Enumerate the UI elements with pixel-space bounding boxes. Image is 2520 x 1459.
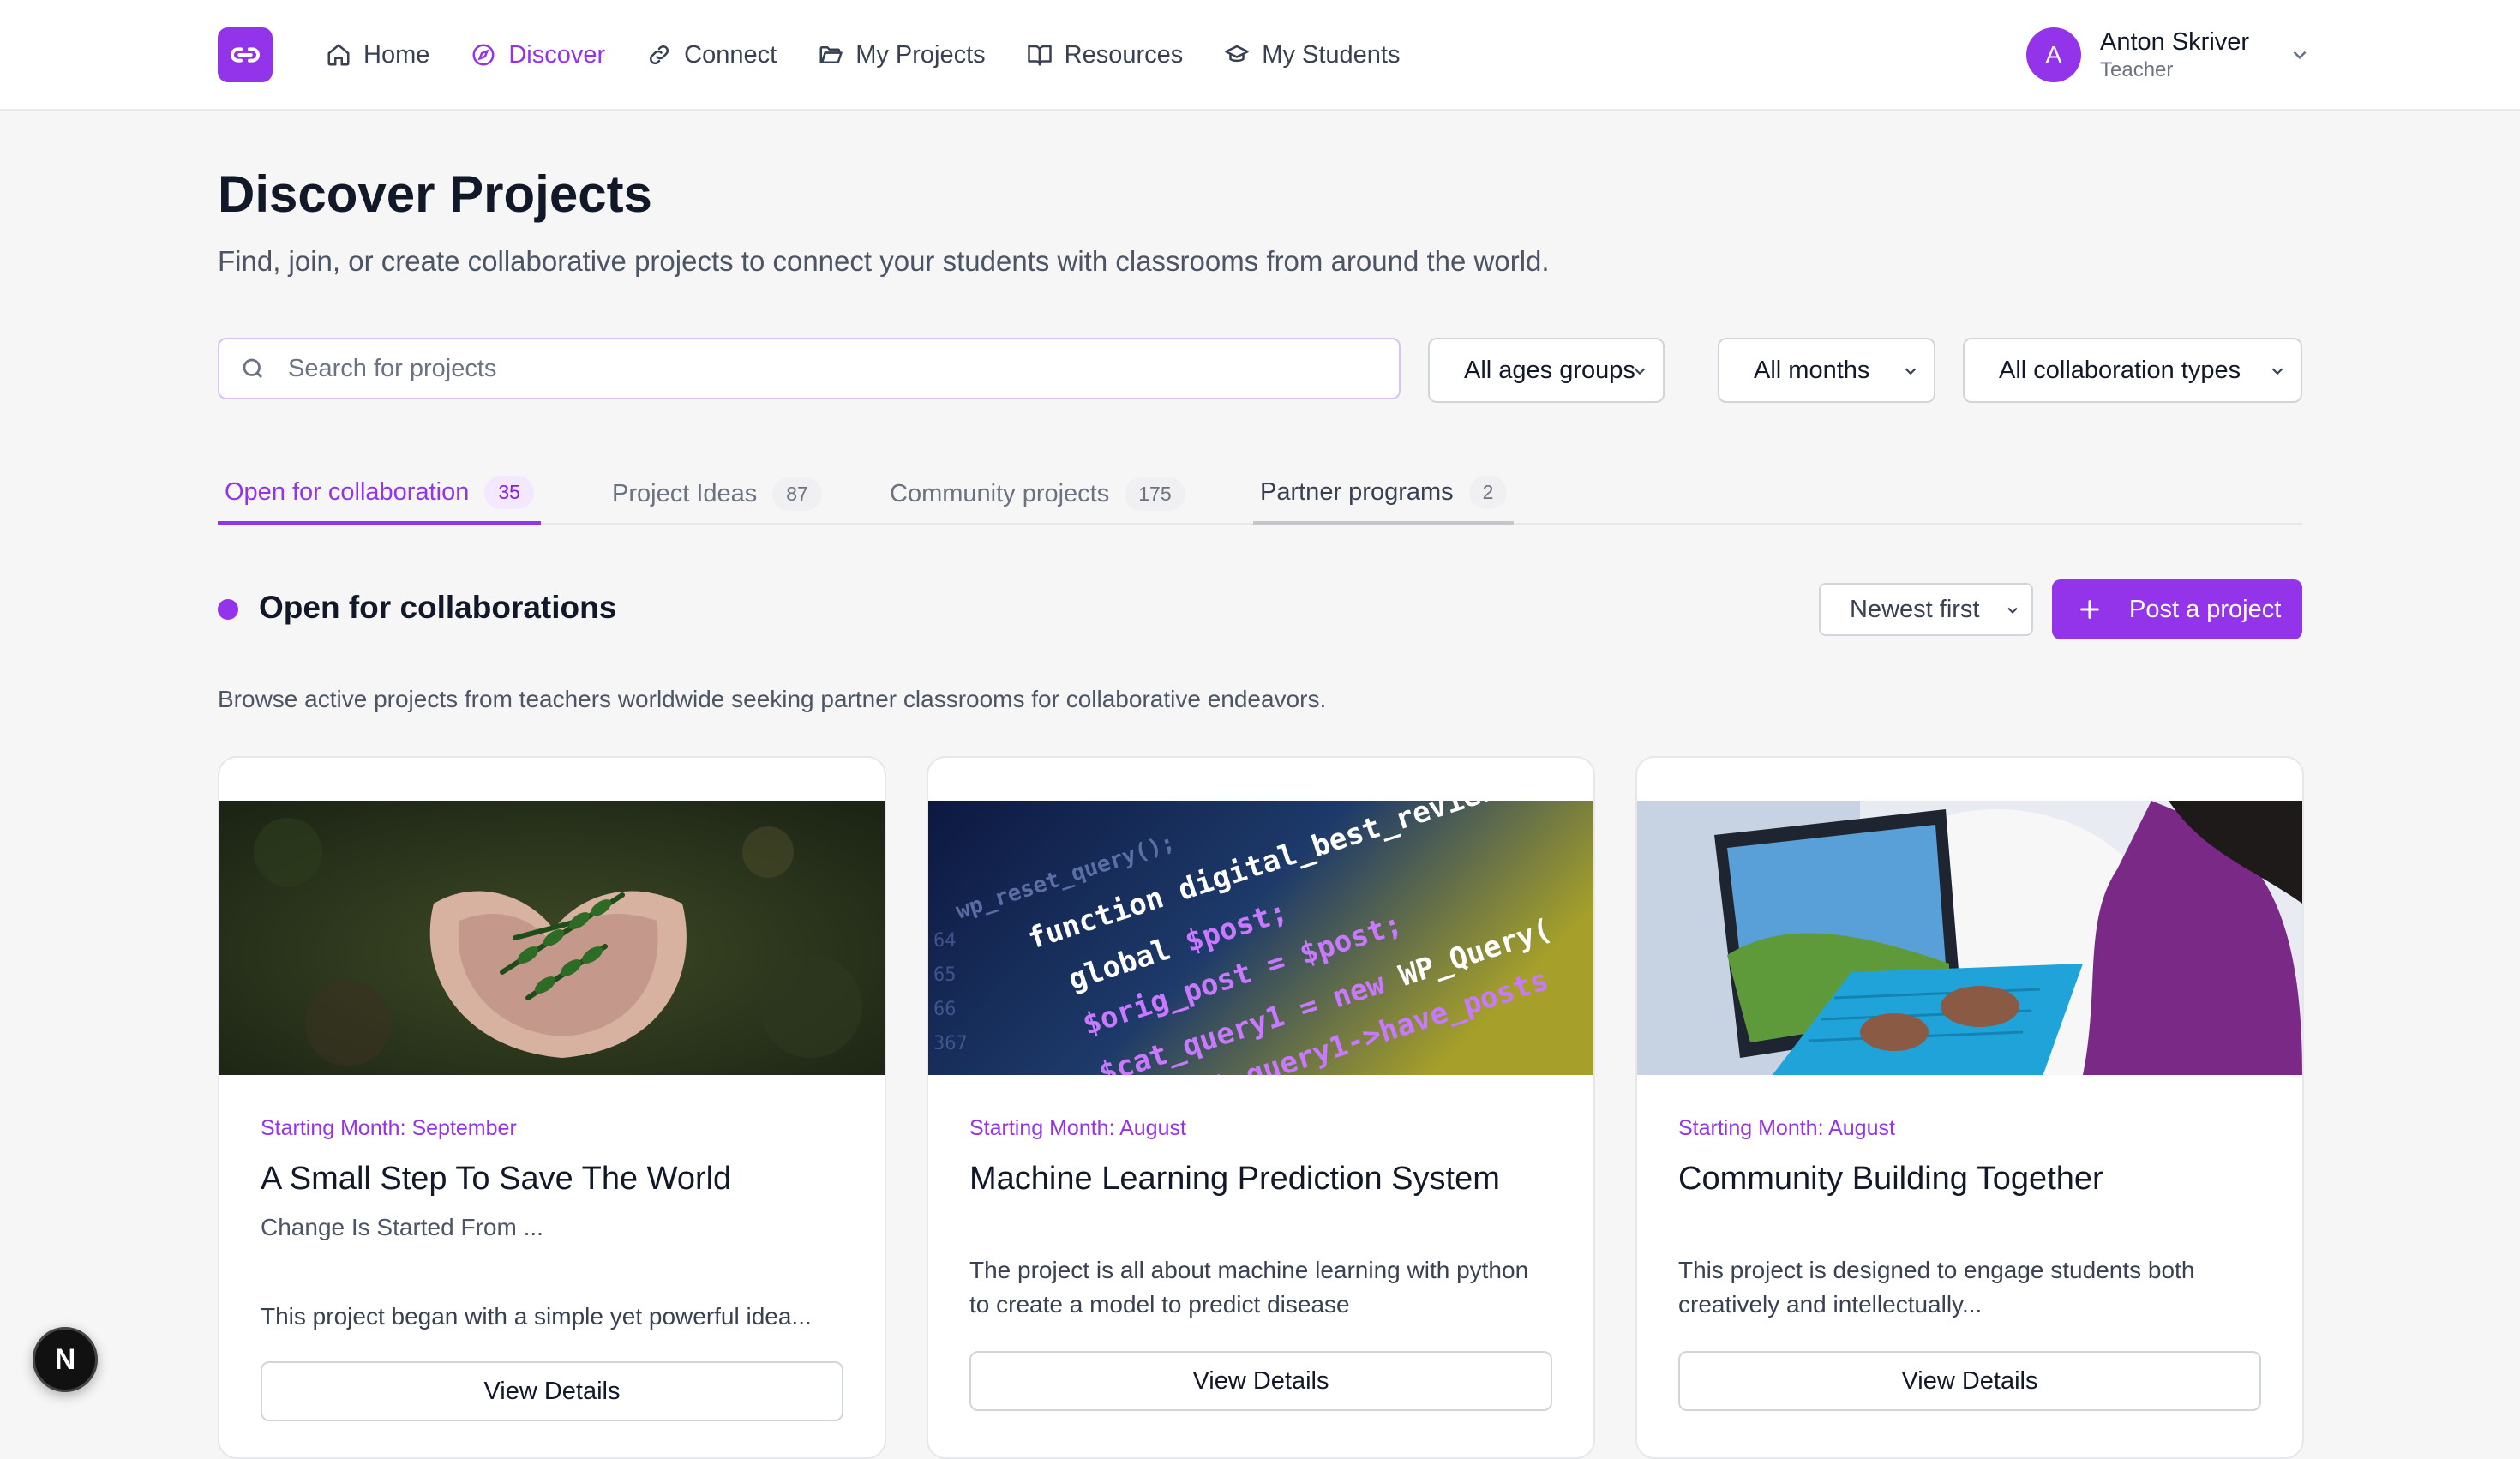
tab-partner-programs[interactable]: Partner programs 2: [1253, 463, 1515, 525]
project-title[interactable]: A Small Step To Save The World: [261, 1161, 731, 1198]
tab-count-badge: 35: [484, 475, 534, 509]
nav-item-label: Connect: [684, 40, 777, 69]
tab-count-badge: 175: [1125, 477, 1185, 511]
app-logo[interactable]: [218, 27, 273, 82]
svg-text:66: 66: [933, 999, 957, 1020]
tab-count-badge: 87: [772, 477, 822, 511]
book-icon: [1027, 45, 1052, 66]
nav-item-label: Discover: [508, 40, 606, 69]
compass-icon: [472, 44, 495, 66]
age-group-select[interactable]: All ages groups: [1428, 338, 1665, 403]
project-image-hands-plant[interactable]: [219, 801, 885, 1075]
project-card: Starting Month: September A Small Step T…: [218, 756, 886, 1459]
age-group-value: All ages groups: [1464, 356, 1635, 384]
nav-item-my-projects[interactable]: My Projects: [818, 40, 986, 69]
project-description: The project is all about machine learnin…: [969, 1257, 1529, 1318]
top-navigation-bar: Home Discover Connect My Projects Resour…: [0, 0, 2520, 111]
dev-tools-badge[interactable]: N: [33, 1327, 98, 1392]
collaboration-type-select[interactable]: All collaboration types: [1963, 338, 2302, 403]
nav-item-home[interactable]: Home: [326, 41, 429, 69]
sort-value: Newest first: [1850, 595, 1980, 623]
nav-item-label: Home: [363, 40, 430, 69]
link-logo-icon: [231, 47, 260, 63]
link-icon: [650, 45, 669, 65]
user-role: Teacher: [2100, 58, 2174, 81]
tab-community-projects[interactable]: Community projects 175: [883, 463, 1192, 525]
project-title[interactable]: Machine Learning Prediction System: [969, 1161, 1500, 1198]
view-details-button[interactable]: View Details: [969, 1351, 1552, 1411]
plus-icon: [2080, 600, 2099, 619]
tab-open-for-collaboration[interactable]: Open for collaboration 35: [218, 463, 541, 525]
main-nav: Home Discover Connect My Projects Resour…: [326, 34, 1441, 75]
collaboration-type-value: All collaboration types: [1999, 356, 2241, 384]
nav-item-resources[interactable]: Resources: [1027, 40, 1184, 69]
search-box[interactable]: [218, 338, 1401, 399]
user-info: Anton Skriver Teacher: [2100, 27, 2249, 83]
person-using-tablet-image: [1637, 801, 2302, 1075]
nav-item-label: My Projects: [855, 40, 986, 69]
graduation-cap-icon: [1225, 45, 1250, 63]
post-project-label: Post a project: [2129, 595, 2282, 623]
page-title: Discover Projects: [218, 165, 652, 223]
project-subtitle: Change Is Started From ...: [261, 1214, 543, 1240]
page-subtitle: Find, join, or create collaborative proj…: [218, 245, 1550, 277]
view-details-button[interactable]: View Details: [1678, 1351, 2261, 1411]
months-select[interactable]: All months: [1718, 338, 1935, 403]
svg-text:367: 367: [933, 1033, 968, 1054]
home-icon: [327, 44, 350, 66]
months-value: All months: [1754, 356, 1870, 384]
view-details-button[interactable]: View Details: [261, 1361, 843, 1421]
svg-text:64: 64: [933, 930, 957, 952]
tab-project-ideas[interactable]: Project Ideas 87: [605, 463, 829, 525]
starting-month: Starting Month: August: [1678, 1116, 1895, 1140]
chevron-down-icon: [2007, 607, 2018, 614]
nav-item-connect[interactable]: Connect: [646, 41, 777, 69]
section-description: Browse active projects from teachers wor…: [218, 686, 1327, 712]
tab-label: Project Ideas: [612, 479, 758, 507]
tab-label: Community projects: [890, 479, 1110, 507]
nav-item-discover[interactable]: Discover: [471, 41, 605, 69]
tab-label: Open for collaboration: [225, 477, 470, 506]
chevron-down-icon: [2293, 51, 2307, 60]
starting-month: Starting Month: September: [261, 1116, 517, 1140]
project-image-code[interactable]: wp_reset_query(); function digital_best_…: [928, 801, 1593, 1075]
sort-select[interactable]: Newest first: [1819, 583, 2033, 636]
project-card: Starting Month: August Community Buildin…: [1635, 756, 2304, 1459]
section-status-dot: [218, 599, 238, 620]
chevron-down-icon: [1634, 368, 1646, 375]
search-input[interactable]: [288, 354, 1317, 383]
project-description: This project is designed to engage stude…: [1678, 1257, 2195, 1318]
nav-item-my-students[interactable]: My Students: [1224, 41, 1400, 69]
folder-icon: [819, 46, 843, 63]
code-screen-image: wp_reset_query(); function digital_best_…: [928, 801, 1593, 1075]
hands-holding-plant-image: [219, 801, 885, 1075]
post-project-button[interactable]: Post a project: [2052, 579, 2302, 639]
tab-count-badge: 2: [1468, 475, 1508, 509]
project-title[interactable]: Community Building Together: [1678, 1161, 2103, 1198]
search-icon: [243, 358, 262, 378]
user-menu[interactable]: A Anton Skriver Teacher: [2026, 26, 2311, 84]
project-description: This project began with a simple yet pow…: [261, 1303, 812, 1330]
project-card: wp_reset_query(); function digital_best_…: [927, 756, 1595, 1459]
svg-text:65: 65: [933, 964, 957, 986]
chevron-down-icon: [2271, 368, 2283, 375]
project-tabs: Open for collaboration 35 Project Ideas …: [218, 463, 2302, 525]
chevron-down-icon: [1905, 368, 1917, 375]
project-image-tablet[interactable]: [1637, 801, 2302, 1075]
avatar: A: [2026, 27, 2081, 82]
nav-item-label: Resources: [1064, 40, 1184, 69]
section-title: Open for collaborations: [259, 590, 617, 625]
nav-item-label: My Students: [1262, 40, 1401, 69]
tab-label: Partner programs: [1260, 477, 1454, 506]
starting-month: Starting Month: August: [969, 1116, 1186, 1140]
user-name: Anton Skriver: [2100, 28, 2250, 56]
